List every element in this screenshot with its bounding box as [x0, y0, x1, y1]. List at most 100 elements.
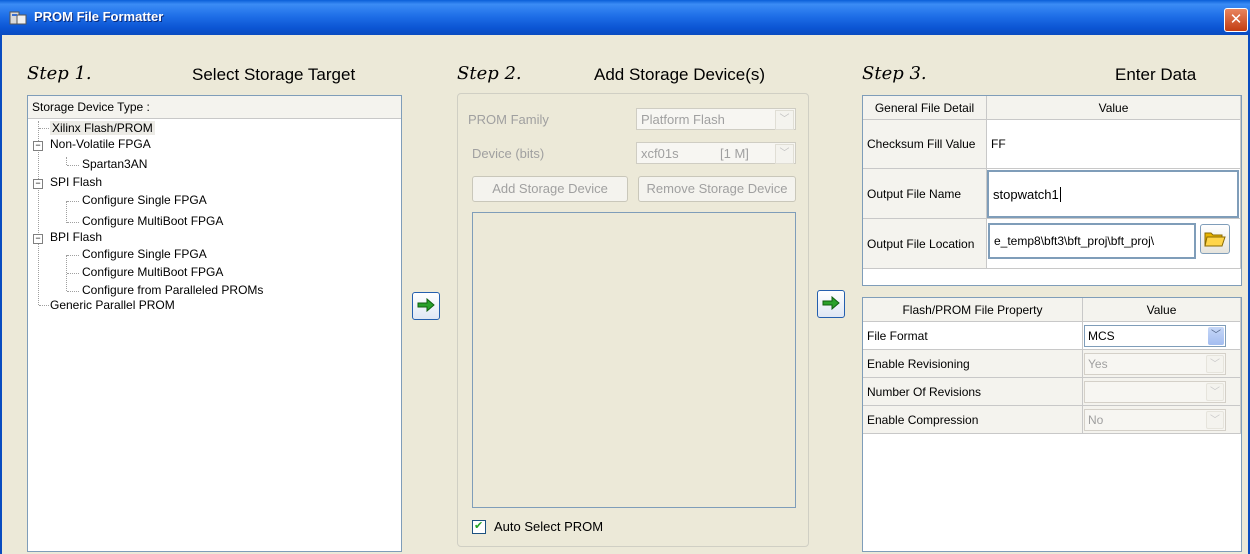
title-bar: PROM File Formatter ✕	[0, 0, 1250, 35]
file-format-label: File Format	[863, 322, 1083, 350]
tree-item-generic-parallel-prom[interactable]: Generic Parallel PROM	[50, 298, 175, 313]
tree-guide-line	[67, 201, 79, 202]
window-title: PROM File Formatter	[34, 9, 164, 24]
tree-item-label: Configure Single FPGA	[82, 247, 207, 261]
enable-revisioning-label: Enable Revisioning	[863, 350, 1083, 378]
tree-item-xilinx-flash-prom[interactable]: Xilinx Flash/PROM	[50, 121, 155, 136]
device-select[interactable]: xcf01s [1 M] ﹀	[636, 142, 796, 164]
tree-guide-line	[67, 255, 79, 256]
chevron-down-icon: ﹀	[1208, 327, 1224, 345]
enable-revisioning-select[interactable]: Yes ﹀	[1084, 353, 1226, 375]
prom-family-label: PROM Family	[468, 112, 549, 127]
property-value-header: Value	[1083, 298, 1241, 322]
device-size: [1 M]	[720, 146, 749, 161]
checksum-fill-value[interactable]: FF	[987, 120, 1241, 169]
tree-guide-line	[39, 128, 49, 129]
number-of-revisions-select[interactable]: ﹀	[1084, 381, 1226, 403]
right-arrow-icon	[417, 298, 435, 312]
right-arrow-icon	[822, 296, 840, 310]
tree-item-label: SPI Flash	[50, 175, 103, 189]
output-file-name-input[interactable]: stopwatch1	[987, 170, 1239, 218]
collapse-icon[interactable]: −	[33, 141, 43, 151]
text-cursor	[1059, 186, 1061, 202]
tree-guide-line	[67, 273, 79, 274]
tree-item-label: Configure MultiBoot FPGA	[82, 265, 224, 279]
storage-device-list[interactable]	[472, 212, 796, 508]
app-icon	[9, 11, 27, 25]
tree-item-label: Configure Single FPGA	[82, 193, 207, 207]
tree-guide-line	[39, 305, 49, 306]
storage-tree-header: Storage Device Type :	[28, 96, 401, 119]
collapse-icon[interactable]: −	[33, 179, 43, 189]
chevron-down-icon: ﹀	[775, 110, 794, 130]
output-file-name-label: Output File Name	[863, 169, 987, 219]
step2-title: Add Storage Device(s)	[594, 65, 766, 84]
prom-family-select[interactable]: Platform Flash ﹀	[636, 108, 796, 130]
add-storage-device-button[interactable]: Add Storage Device	[472, 176, 628, 202]
tree-item-spi-flash[interactable]: SPI Flash	[50, 175, 102, 190]
remove-storage-device-button[interactable]: Remove Storage Device	[638, 176, 796, 202]
enable-compression-label: Enable Compression	[863, 406, 1083, 434]
step1-label: Step 1.	[27, 63, 92, 84]
tree-item-bpi-flash[interactable]: BPI Flash	[50, 230, 102, 245]
chevron-down-icon: ﹀	[1206, 355, 1224, 373]
file-format-select[interactable]: MCS ﹀	[1084, 325, 1226, 347]
tree-item-bpi-configure-single-fpga[interactable]: Configure Single FPGA	[82, 247, 207, 262]
output-file-location-label: Output File Location	[863, 219, 987, 269]
output-file-location-input[interactable]: e_temp8\bft3\bft_proj\bft_proj\	[988, 223, 1196, 259]
next-step-button[interactable]	[412, 292, 440, 320]
tree-guide-line	[67, 222, 79, 223]
checksum-fill-label: Checksum Fill Value	[863, 120, 987, 169]
number-of-revisions-label: Number Of Revisions	[863, 378, 1083, 406]
step3-label: Step 3.	[862, 63, 927, 84]
chevron-down-icon: ﹀	[775, 144, 794, 164]
flash-prom-property-grid: Flash/PROM File Property Value File Form…	[862, 297, 1242, 552]
storage-tree-panel: Storage Device Type : Xilinx Flash/PROM …	[27, 95, 402, 552]
close-icon: ✕	[1229, 10, 1243, 28]
enable-compression-value: No	[1088, 413, 1104, 427]
tree-guide-line	[66, 201, 67, 223]
chevron-down-icon: ﹀	[1206, 411, 1224, 429]
tree-guide-line	[67, 291, 79, 292]
next-step-button-2[interactable]	[817, 290, 845, 318]
tree-item-bpi-configure-multiboot-fpga[interactable]: Configure MultiBoot FPGA	[82, 265, 223, 280]
tree-item-label: Non-Volatile FPGA	[50, 137, 151, 151]
device-value: xcf01s	[641, 146, 679, 161]
close-button[interactable]: ✕	[1224, 8, 1248, 32]
tree-item-label: Configure from Paralleled PROMs	[82, 283, 264, 297]
add-storage-panel: PROM Family Platform Flash ﹀ Device (bit…	[457, 93, 809, 547]
chevron-down-icon: ﹀	[1206, 383, 1224, 401]
tree-item-label: Configure MultiBoot FPGA	[82, 214, 224, 228]
check-icon: ✔	[474, 519, 484, 532]
tree-item-spi-configure-multiboot-fpga[interactable]: Configure MultiBoot FPGA	[82, 214, 223, 229]
auto-select-prom-label: Auto Select PROM	[494, 519, 604, 534]
browse-folder-button[interactable]	[1200, 224, 1230, 254]
value-header: Value	[987, 96, 1241, 120]
tree-item-label: Generic Parallel PROM	[50, 298, 175, 312]
device-bits-label: Device (bits)	[472, 146, 545, 161]
tree-item-label: Xilinx Flash/PROM	[50, 121, 155, 135]
tree-guide-line	[66, 157, 67, 165]
tree-item-non-volatile-fpga[interactable]: Non-Volatile FPGA	[50, 137, 151, 152]
tree-item-label: BPI Flash	[50, 230, 103, 244]
prom-family-value: Platform Flash	[641, 112, 725, 127]
general-file-detail-header: General File Detail	[863, 96, 987, 120]
output-file-name-value: stopwatch1	[993, 186, 1059, 202]
step2-label: Step 2.	[457, 63, 522, 84]
tree-guide-line	[67, 165, 79, 166]
file-format-value: MCS	[1088, 329, 1115, 343]
tree-item-spi-configure-single-fpga[interactable]: Configure Single FPGA	[82, 193, 207, 208]
flash-prom-property-header: Flash/PROM File Property	[863, 298, 1083, 322]
tree-item-configure-paralleled-proms[interactable]: Configure from Paralleled PROMs	[82, 283, 263, 298]
auto-select-prom-checkbox[interactable]: ✔	[472, 519, 486, 534]
general-file-detail-grid: General File Detail Value Checksum Fill …	[862, 95, 1242, 286]
output-file-location-value: e_temp8\bft3\bft_proj\bft_proj\	[994, 234, 1155, 248]
step1-title: Select Storage Target	[192, 65, 356, 84]
step3-title: Enter Data	[1115, 65, 1197, 84]
enable-compression-select[interactable]: No ﹀	[1084, 409, 1226, 431]
tree-item-spartan3an[interactable]: Spartan3AN	[82, 157, 147, 172]
collapse-icon[interactable]: −	[33, 234, 43, 244]
folder-icon	[1204, 232, 1226, 247]
tree-item-label: Spartan3AN	[82, 157, 148, 171]
enable-revisioning-value: Yes	[1088, 357, 1108, 371]
